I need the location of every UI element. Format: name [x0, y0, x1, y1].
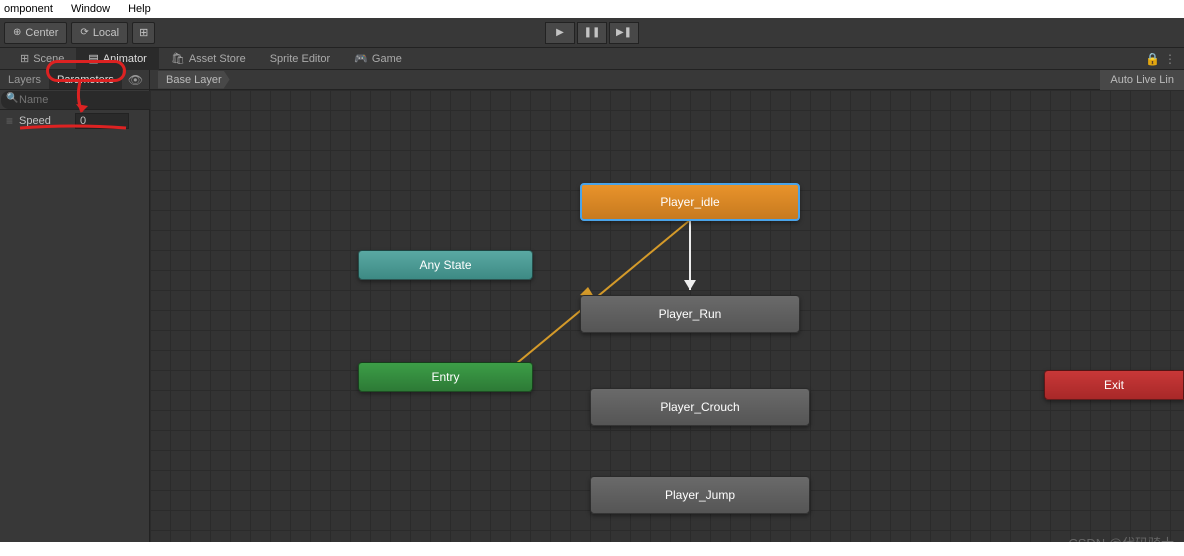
search-icon: 🔍 — [6, 93, 18, 104]
breadcrumb-base-layer[interactable]: Base Layer — [158, 71, 230, 89]
center-icon: ⊕ — [13, 27, 21, 38]
breadcrumb: Base Layer — [150, 70, 1184, 90]
tab-game[interactable]: 🎮Game — [342, 48, 414, 70]
menu-bar: omponent Window Help — [0, 0, 1184, 18]
state-player-crouch[interactable]: Player_Crouch — [590, 388, 810, 426]
animator-canvas[interactable]: Base Layer Auto Live Lin Player_idle Any… — [150, 70, 1184, 556]
drag-handle-icon[interactable]: ≡ — [6, 114, 13, 128]
parameters-panel: Layers Parameters 👁 🔍 + ▾ ≡ Speed — [0, 70, 150, 556]
layers-tab[interactable]: Layers — [0, 70, 49, 89]
state-player-idle[interactable]: Player_idle — [580, 183, 800, 221]
center-button[interactable]: ⊕Center — [4, 22, 67, 44]
step-button[interactable]: ▶❚ — [609, 22, 639, 44]
cart-icon: 🛍 — [171, 52, 185, 65]
pause-button[interactable]: ❚❚ — [577, 22, 607, 44]
tab-asset-store[interactable]: 🛍Asset Store — [159, 48, 258, 70]
state-exit[interactable]: Exit — [1044, 370, 1184, 400]
tab-scene[interactable]: ⊞Scene — [8, 48, 76, 70]
menu-window[interactable]: Window — [71, 3, 110, 15]
snap-button[interactable]: ⊞ — [132, 22, 155, 44]
local-icon: ⟳ — [80, 27, 88, 38]
toolbar: ⊕Center ⟳Local ⊞ ▶ ❚❚ ▶❚ — [0, 18, 1184, 48]
state-player-run[interactable]: Player_Run — [580, 295, 800, 333]
local-button[interactable]: ⟳Local — [71, 22, 128, 44]
tab-sprite-editor[interactable]: Sprite Editor — [258, 48, 343, 70]
lock-icon[interactable]: 🔒 — [1145, 52, 1160, 66]
parameter-row[interactable]: ≡ Speed — [0, 110, 149, 132]
parameter-value-input[interactable] — [75, 113, 129, 129]
play-button[interactable]: ▶ — [545, 22, 575, 44]
menu-component[interactable]: omponent — [4, 3, 53, 15]
visibility-icon[interactable]: 👁 — [122, 70, 149, 89]
snap-icon: ⊞ — [139, 26, 148, 39]
parameters-tab[interactable]: Parameters — [49, 70, 122, 89]
parameter-label: Speed — [19, 115, 69, 127]
state-entry[interactable]: Entry — [358, 362, 533, 392]
grid-icon: ⊞ — [20, 52, 29, 65]
animator-icon: ▤ — [88, 52, 98, 65]
parameter-search-input[interactable] — [1, 91, 165, 109]
state-any-state[interactable]: Any State — [358, 250, 533, 280]
menu-icon[interactable]: ⋮ — [1164, 52, 1176, 66]
auto-live-link-button[interactable]: Auto Live Lin — [1100, 70, 1184, 90]
editor-tabs: ⊞Scene ▤Animator 🛍Asset Store Sprite Edi… — [0, 48, 1184, 70]
tab-animator[interactable]: ▤Animator — [76, 48, 158, 70]
playback-controls: ▶ ❚❚ ▶❚ — [545, 22, 639, 44]
menu-help[interactable]: Help — [128, 3, 151, 15]
state-player-jump[interactable]: Player_Jump — [590, 476, 810, 514]
footer-strip — [0, 542, 1184, 556]
game-icon: 🎮 — [354, 52, 368, 65]
